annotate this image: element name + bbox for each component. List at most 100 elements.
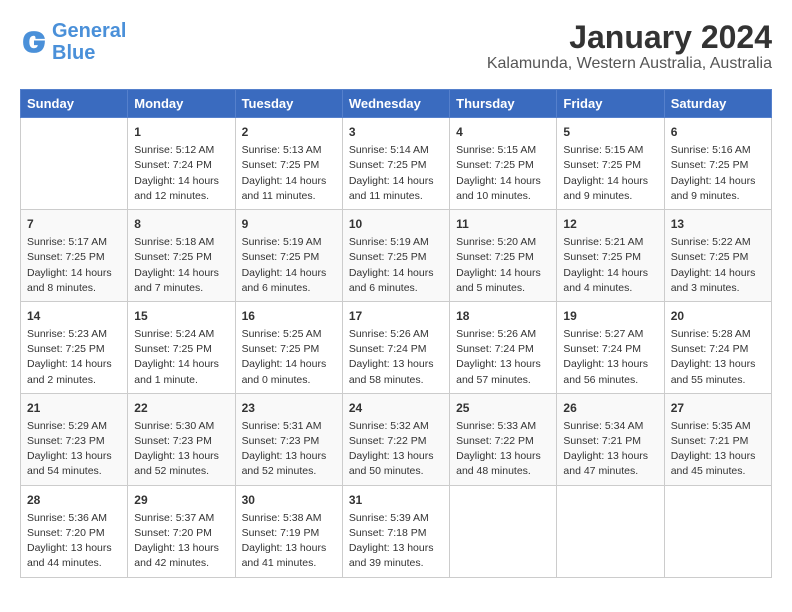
- day-number: 1: [134, 123, 228, 141]
- day-info: Sunrise: 5:18 AM Sunset: 7:25 PM Dayligh…: [134, 235, 228, 296]
- logo: GeneralBlue: [20, 20, 126, 64]
- calendar-day-cell: 6 Sunrise: 5:16 AM Sunset: 7:25 PM Daylig…: [664, 118, 771, 210]
- day-number: 24: [349, 399, 443, 417]
- day-info: Sunrise: 5:22 AM Sunset: 7:25 PM Dayligh…: [671, 235, 765, 296]
- calendar-day-cell: 22 Sunrise: 5:30 AM Sunset: 7:23 PM Dayli…: [128, 393, 235, 485]
- calendar-day-cell: 26Sunrise: 5:34 AM Sunset: 7:21 PM Dayli…: [557, 393, 664, 485]
- title-block: January 2024 Kalamunda, Western Australi…: [487, 20, 772, 73]
- calendar-day-cell: 24 Sunrise: 5:32 AM Sunset: 7:22 PM Dayli…: [342, 393, 449, 485]
- day-number: 3: [349, 123, 443, 141]
- day-number: 20: [671, 307, 765, 325]
- day-info: Sunrise: 5:30 AM Sunset: 7:23 PM Dayligh…: [134, 419, 228, 480]
- day-number: 19: [563, 307, 657, 325]
- calendar-day-cell: 16 Sunrise: 5:25 AM Sunset: 7:25 PM Dayli…: [235, 301, 342, 393]
- day-number: 4: [456, 123, 550, 141]
- calendar-week-row: 28 Sunrise: 5:36 AM Sunset: 7:20 PM Dayli…: [21, 485, 772, 577]
- day-number: 15: [134, 307, 228, 325]
- day-number: 30: [242, 491, 336, 509]
- day-number: 16: [242, 307, 336, 325]
- calendar-day-cell: 29 Sunrise: 5:37 AM Sunset: 7:20 PM Dayli…: [128, 485, 235, 577]
- day-info: Sunrise: 5:14 AM Sunset: 7:25 PM Dayligh…: [349, 143, 443, 204]
- calendar-day-cell: 4 Sunrise: 5:15 AM Sunset: 7:25 PM Daylig…: [450, 118, 557, 210]
- calendar-day-cell: 27Sunrise: 5:35 AM Sunset: 7:21 PM Dayli…: [664, 393, 771, 485]
- day-number: 13: [671, 215, 765, 233]
- weekday-header: Tuesday: [235, 90, 342, 118]
- day-number: 26: [563, 399, 657, 417]
- day-info: Sunrise: 5:17 AM Sunset: 7:25 PM Dayligh…: [27, 235, 121, 296]
- day-number: 8: [134, 215, 228, 233]
- day-info: Sunrise: 5:25 AM Sunset: 7:25 PM Dayligh…: [242, 327, 336, 388]
- calendar-day-cell: 3 Sunrise: 5:14 AM Sunset: 7:25 PM Daylig…: [342, 118, 449, 210]
- calendar-day-cell: 11Sunrise: 5:20 AM Sunset: 7:25 PM Dayli…: [450, 210, 557, 302]
- calendar-day-cell: [450, 485, 557, 577]
- calendar-day-cell: [557, 485, 664, 577]
- day-info: Sunrise: 5:36 AM Sunset: 7:20 PM Dayligh…: [27, 511, 121, 572]
- day-number: 6: [671, 123, 765, 141]
- weekday-header: Monday: [128, 90, 235, 118]
- page-title: January 2024: [487, 20, 772, 55]
- day-info: Sunrise: 5:19 AM Sunset: 7:25 PM Dayligh…: [242, 235, 336, 296]
- calendar-day-cell: 20 Sunrise: 5:28 AM Sunset: 7:24 PM Dayli…: [664, 301, 771, 393]
- day-number: 18: [456, 307, 550, 325]
- calendar-week-row: 21 Sunrise: 5:29 AM Sunset: 7:23 PM Dayli…: [21, 393, 772, 485]
- day-number: 14: [27, 307, 121, 325]
- day-info: Sunrise: 5:31 AM Sunset: 7:23 PM Dayligh…: [242, 419, 336, 480]
- day-info: Sunrise: 5:26 AM Sunset: 7:24 PM Dayligh…: [349, 327, 443, 388]
- day-number: 23: [242, 399, 336, 417]
- calendar-week-row: 7 Sunrise: 5:17 AM Sunset: 7:25 PM Daylig…: [21, 210, 772, 302]
- calendar-day-cell: 28 Sunrise: 5:36 AM Sunset: 7:20 PM Dayli…: [21, 485, 128, 577]
- day-info: Sunrise: 5:12 AM Sunset: 7:24 PM Dayligh…: [134, 143, 228, 204]
- calendar-day-cell: 19 Sunrise: 5:27 AM Sunset: 7:24 PM Dayli…: [557, 301, 664, 393]
- calendar-day-cell: 17Sunrise: 5:26 AM Sunset: 7:24 PM Dayli…: [342, 301, 449, 393]
- day-info: Sunrise: 5:23 AM Sunset: 7:25 PM Dayligh…: [27, 327, 121, 388]
- header-row: SundayMondayTuesdayWednesdayThursdayFrid…: [21, 90, 772, 118]
- day-info: Sunrise: 5:13 AM Sunset: 7:25 PM Dayligh…: [242, 143, 336, 204]
- day-number: 7: [27, 215, 121, 233]
- calendar-day-cell: 9Sunrise: 5:19 AM Sunset: 7:25 PM Daylig…: [235, 210, 342, 302]
- calendar-week-row: 14 Sunrise: 5:23 AM Sunset: 7:25 PM Dayli…: [21, 301, 772, 393]
- weekday-header: Wednesday: [342, 90, 449, 118]
- page-header: GeneralBlue January 2024 Kalamunda, West…: [20, 20, 772, 73]
- day-info: Sunrise: 5:33 AM Sunset: 7:22 PM Dayligh…: [456, 419, 550, 480]
- day-number: 22: [134, 399, 228, 417]
- logo-icon: [20, 28, 48, 56]
- calendar-day-cell: 31Sunrise: 5:39 AM Sunset: 7:18 PM Dayli…: [342, 485, 449, 577]
- calendar-day-cell: [21, 118, 128, 210]
- calendar-day-cell: 23 Sunrise: 5:31 AM Sunset: 7:23 PM Dayli…: [235, 393, 342, 485]
- page-subtitle: Kalamunda, Western Australia, Australia: [487, 55, 772, 73]
- day-info: Sunrise: 5:19 AM Sunset: 7:25 PM Dayligh…: [349, 235, 443, 296]
- calendar-day-cell: 25 Sunrise: 5:33 AM Sunset: 7:22 PM Dayli…: [450, 393, 557, 485]
- day-info: Sunrise: 5:29 AM Sunset: 7:23 PM Dayligh…: [27, 419, 121, 480]
- day-info: Sunrise: 5:27 AM Sunset: 7:24 PM Dayligh…: [563, 327, 657, 388]
- logo-text: GeneralBlue: [52, 20, 126, 64]
- calendar-day-cell: 18 Sunrise: 5:26 AM Sunset: 7:24 PM Dayli…: [450, 301, 557, 393]
- day-info: Sunrise: 5:28 AM Sunset: 7:24 PM Dayligh…: [671, 327, 765, 388]
- day-info: Sunrise: 5:16 AM Sunset: 7:25 PM Dayligh…: [671, 143, 765, 204]
- day-number: 28: [27, 491, 121, 509]
- calendar-day-cell: 12 Sunrise: 5:21 AM Sunset: 7:25 PM Dayli…: [557, 210, 664, 302]
- day-info: Sunrise: 5:15 AM Sunset: 7:25 PM Dayligh…: [456, 143, 550, 204]
- calendar-day-cell: 14 Sunrise: 5:23 AM Sunset: 7:25 PM Dayli…: [21, 301, 128, 393]
- day-number: 21: [27, 399, 121, 417]
- day-number: 29: [134, 491, 228, 509]
- day-info: Sunrise: 5:20 AM Sunset: 7:25 PM Dayligh…: [456, 235, 550, 296]
- day-number: 5: [563, 123, 657, 141]
- day-info: Sunrise: 5:21 AM Sunset: 7:25 PM Dayligh…: [563, 235, 657, 296]
- day-number: 2: [242, 123, 336, 141]
- calendar-day-cell: 8 Sunrise: 5:18 AM Sunset: 7:25 PM Daylig…: [128, 210, 235, 302]
- calendar-day-cell: [664, 485, 771, 577]
- calendar-day-cell: 21 Sunrise: 5:29 AM Sunset: 7:23 PM Dayli…: [21, 393, 128, 485]
- day-info: Sunrise: 5:39 AM Sunset: 7:18 PM Dayligh…: [349, 511, 443, 572]
- weekday-header: Thursday: [450, 90, 557, 118]
- calendar-day-cell: 1 Sunrise: 5:12 AM Sunset: 7:24 PM Daylig…: [128, 118, 235, 210]
- day-info: Sunrise: 5:26 AM Sunset: 7:24 PM Dayligh…: [456, 327, 550, 388]
- day-info: Sunrise: 5:32 AM Sunset: 7:22 PM Dayligh…: [349, 419, 443, 480]
- day-number: 12: [563, 215, 657, 233]
- day-info: Sunrise: 5:15 AM Sunset: 7:25 PM Dayligh…: [563, 143, 657, 204]
- day-info: Sunrise: 5:38 AM Sunset: 7:19 PM Dayligh…: [242, 511, 336, 572]
- calendar-table: SundayMondayTuesdayWednesdayThursdayFrid…: [20, 89, 772, 577]
- weekday-header: Sunday: [21, 90, 128, 118]
- day-number: 25: [456, 399, 550, 417]
- calendar-day-cell: 7 Sunrise: 5:17 AM Sunset: 7:25 PM Daylig…: [21, 210, 128, 302]
- day-info: Sunrise: 5:37 AM Sunset: 7:20 PM Dayligh…: [134, 511, 228, 572]
